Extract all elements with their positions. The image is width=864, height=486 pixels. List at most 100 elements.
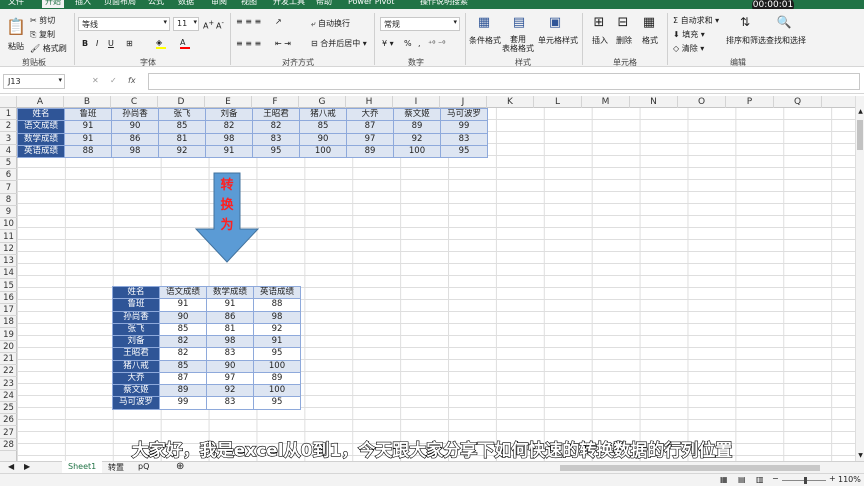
fill-color-icon[interactable]: ◈: [156, 38, 166, 49]
sheet-nav-prev-icon[interactable]: ◀: [8, 462, 14, 471]
table-cell[interactable]: 90: [299, 132, 347, 146]
table-cell[interactable]: 王昭君: [252, 107, 300, 122]
italic-button[interactable]: I: [96, 39, 98, 48]
format-painter-button[interactable]: 🖌 格式刷: [30, 43, 67, 54]
conditional-format-icon[interactable]: ▦: [475, 13, 493, 31]
orientation-icon[interactable]: ↗: [275, 17, 282, 26]
tab-5[interactable]: 数据: [178, 0, 194, 8]
row-header[interactable]: 13: [0, 255, 17, 267]
row-header[interactable]: 17: [0, 304, 17, 316]
table-cell[interactable]: 张飞: [158, 107, 206, 122]
indent-icon[interactable]: ⇤ ⇥: [275, 39, 291, 48]
table-cell[interactable]: 大乔: [112, 371, 160, 386]
row-header[interactable]: 10: [0, 218, 17, 231]
table-cell[interactable]: 99: [159, 396, 207, 410]
table-cell[interactable]: 91: [64, 132, 112, 146]
row-header[interactable]: 25: [0, 402, 17, 414]
zoom-slider-thumb[interactable]: [804, 477, 807, 484]
table-cell[interactable]: 90: [206, 359, 254, 373]
table-cell[interactable]: 姓名: [17, 107, 65, 122]
select-all-corner[interactable]: [0, 96, 17, 108]
table-cell[interactable]: 89: [159, 383, 207, 398]
tab-8[interactable]: 开发工具: [273, 0, 305, 8]
table-cell[interactable]: 86: [206, 310, 254, 324]
table-cell[interactable]: 95: [440, 144, 488, 159]
delete-cells-button[interactable]: 删除: [616, 35, 632, 46]
underline-button[interactable]: U: [108, 39, 114, 48]
sort-filter-button[interactable]: 排序和筛选: [726, 35, 766, 46]
table-cell[interactable]: 孙尚香: [112, 310, 160, 324]
table-cell[interactable]: 鲁班: [112, 298, 160, 312]
zoom-level[interactable]: 110%: [838, 475, 861, 484]
table-cell[interactable]: 82: [159, 347, 207, 361]
table-format-icon[interactable]: ▤: [510, 13, 528, 31]
conditional-format-button[interactable]: 条件格式: [469, 35, 501, 46]
column-header[interactable]: F: [252, 96, 299, 108]
row-header[interactable]: 26: [0, 414, 17, 427]
zoom-slider[interactable]: [782, 477, 826, 484]
table-cell[interactable]: 孙尚香: [111, 107, 159, 122]
currency-icon[interactable]: ¥ ▾: [382, 39, 394, 48]
table-cell[interactable]: 91: [205, 144, 253, 159]
table-cell[interactable]: 语文成绩: [17, 120, 65, 134]
row-header[interactable]: 9: [0, 206, 17, 218]
table-cell[interactable]: 85: [159, 359, 207, 373]
bold-button[interactable]: B: [82, 39, 88, 48]
row-header[interactable]: 6: [0, 169, 17, 182]
table-cell[interactable]: 数学成绩: [17, 132, 65, 146]
table-cell[interactable]: 鲁班: [64, 107, 112, 122]
name-box[interactable]: J13 ▾: [3, 74, 65, 89]
wrap-text-button[interactable]: ⤶ 自动换行: [311, 18, 350, 29]
row-header[interactable]: 7: [0, 182, 17, 194]
table-cell[interactable]: 大乔: [346, 107, 394, 122]
row-header[interactable]: 3: [0, 133, 17, 145]
table-cell[interactable]: 88: [253, 298, 301, 312]
column-header[interactable]: M: [582, 96, 630, 108]
increase-font-icon[interactable]: A+: [203, 19, 214, 31]
table-cell[interactable]: 92: [206, 383, 254, 398]
table-cell[interactable]: 王昭君: [112, 347, 160, 361]
table-cell[interactable]: 英语成绩: [17, 144, 65, 159]
sheet-tab[interactable]: 转置: [108, 462, 124, 473]
table-cell[interactable]: 100: [393, 144, 441, 159]
insert-cells-button[interactable]: 插入: [592, 35, 608, 46]
row-header[interactable]: 22: [0, 365, 17, 378]
table-cell[interactable]: 95: [253, 396, 301, 410]
decimal-icon[interactable]: ⁺⁰ ⁻⁰: [428, 39, 445, 48]
table-cell[interactable]: 数学成绩: [206, 285, 254, 300]
scroll-up-icon[interactable]: ▲: [856, 108, 864, 115]
cell-style-icon[interactable]: ▣: [546, 13, 564, 31]
table-cell[interactable]: 98: [205, 132, 253, 146]
row-header[interactable]: 2: [0, 120, 17, 133]
scroll-thumb[interactable]: [857, 120, 863, 150]
tab-0[interactable]: 文件: [8, 0, 24, 8]
row-header[interactable]: 12: [0, 243, 17, 255]
row-header[interactable]: 11: [0, 231, 17, 243]
table-cell[interactable]: 猪八戒: [299, 107, 347, 122]
find-select-button[interactable]: 查找和选择: [766, 35, 806, 46]
tab-11[interactable]: 操作说明搜索: [420, 0, 468, 8]
font-color-icon[interactable]: A: [180, 38, 190, 49]
table-cell[interactable]: 张飞: [112, 322, 160, 337]
find-select-icon[interactable]: 🔍: [775, 13, 793, 31]
column-header[interactable]: P: [726, 96, 774, 108]
table-cell[interactable]: 83: [252, 132, 300, 146]
column-header[interactable]: C: [111, 96, 158, 108]
cancel-icon[interactable]: ✕: [92, 76, 99, 85]
autosum-button[interactable]: Σ 自动求和 ▾: [673, 15, 719, 26]
column-header[interactable]: K: [487, 96, 534, 108]
table-cell[interactable]: 91: [64, 120, 112, 134]
table-cell[interactable]: 86: [111, 132, 159, 146]
row-header[interactable]: 18: [0, 316, 17, 329]
zoom-in-icon[interactable]: +: [829, 474, 836, 483]
format-cells-button[interactable]: 格式: [642, 35, 658, 46]
row-header[interactable]: 4: [0, 145, 17, 157]
sort-filter-icon[interactable]: ⇅: [736, 13, 754, 31]
row-header[interactable]: 14: [0, 267, 17, 280]
merge-center-button[interactable]: ⊟ 合并后居中 ▾: [311, 38, 367, 49]
page-break-icon[interactable]: ▥: [756, 475, 764, 484]
table-cell[interactable]: 90: [159, 310, 207, 324]
row-header[interactable]: 5: [0, 157, 17, 169]
column-header[interactable]: D: [158, 96, 205, 108]
align-top-icon[interactable]: ≡ ≡ ≡: [236, 17, 261, 26]
